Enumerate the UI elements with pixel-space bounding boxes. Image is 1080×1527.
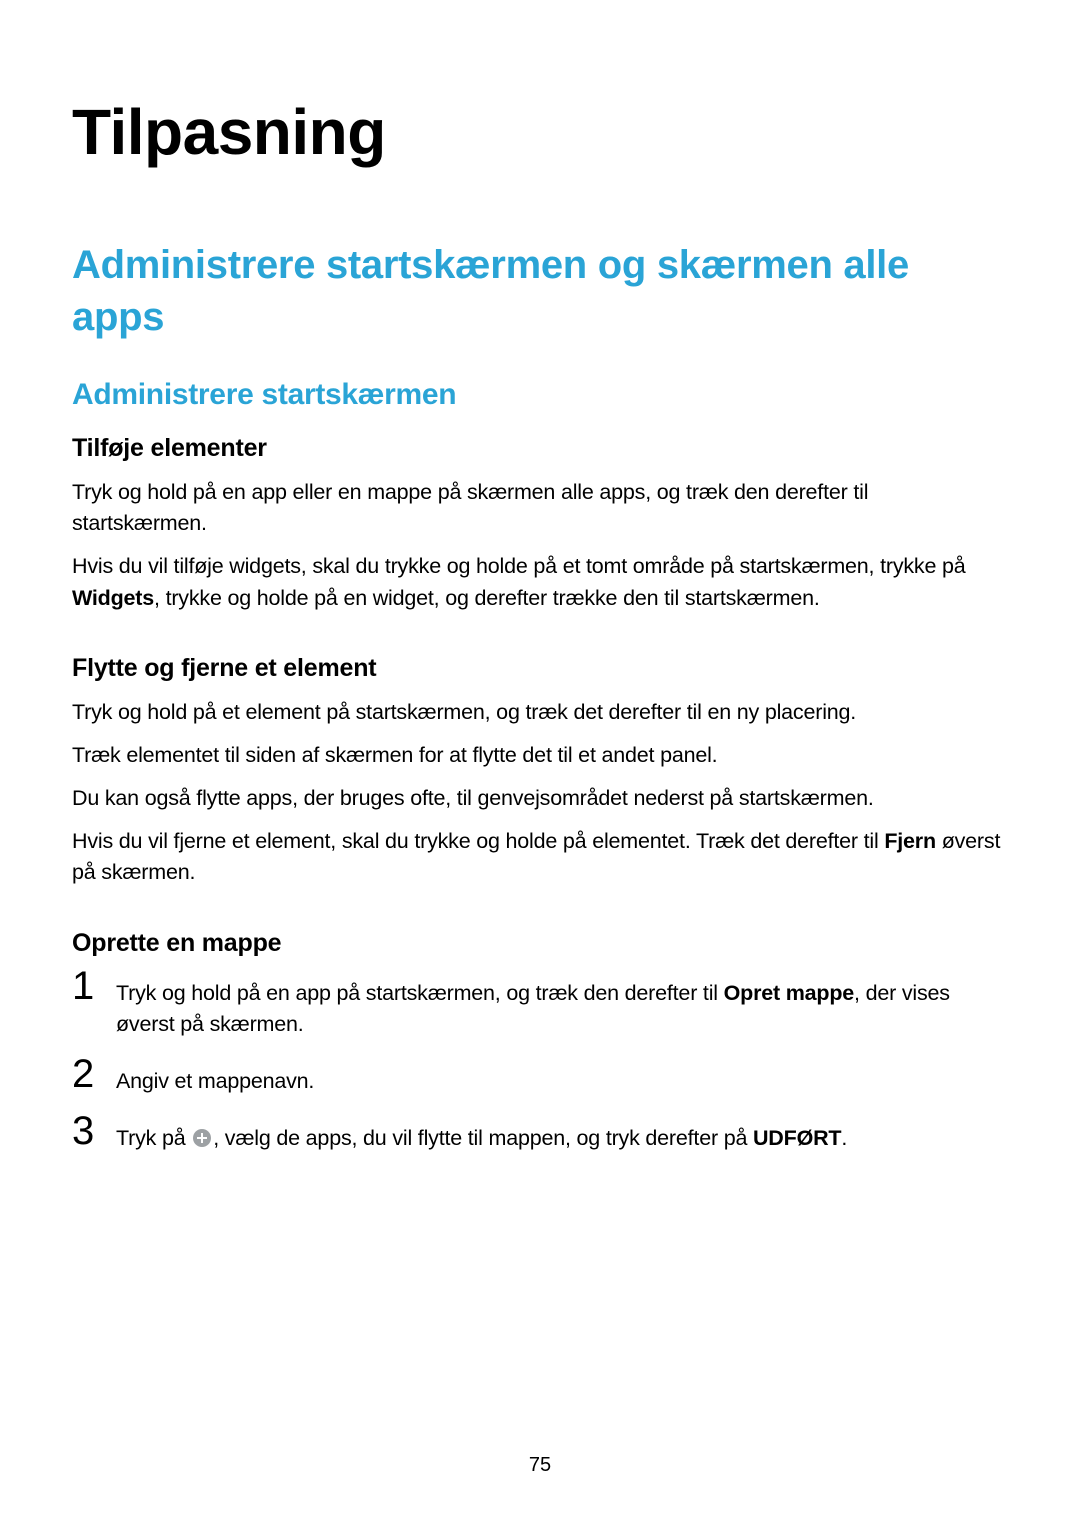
body-paragraph: Træk elementet til siden af skærmen for …	[72, 740, 1008, 771]
document-page: Tilpasning Administrere startskærmen og …	[0, 0, 1080, 1527]
subsection-heading: Administrere startskærmen	[72, 378, 1008, 412]
step-number: 2	[72, 1054, 100, 1094]
step-text: Tryk og hold på en app på startskærmen, …	[116, 972, 1008, 1040]
step-number: 3	[72, 1111, 100, 1151]
topic-heading-create-folder: Oprette en mappe	[72, 929, 1008, 958]
step-text: Angiv et mappenavn.	[116, 1060, 1008, 1097]
step-number: 1	[72, 966, 100, 1006]
text-run: Tryk og hold på en app på startskærmen, …	[116, 981, 724, 1005]
body-paragraph: Hvis du vil fjerne et element, skal du t…	[72, 826, 1008, 888]
text-run: Tryk på	[116, 1126, 191, 1150]
bold-term-opret-mappe: Opret mappe	[724, 981, 854, 1005]
text-run: Hvis du vil tilføje widgets, skal du try…	[72, 554, 966, 578]
text-run: .	[841, 1126, 847, 1150]
body-paragraph: Tryk og hold på et element på startskærm…	[72, 697, 1008, 728]
step-text: Tryk på , vælg de apps, du vil flytte ti…	[116, 1117, 1008, 1154]
page-number: 75	[0, 1454, 1080, 1477]
body-paragraph: Tryk og hold på en app eller en mappe på…	[72, 477, 1008, 539]
section-heading: Administrere startskærmen og skærmen all…	[72, 239, 1008, 343]
text-run: , vælg de apps, du vil flytte til mappen…	[213, 1126, 753, 1150]
plus-icon	[193, 1129, 211, 1147]
body-paragraph: Du kan også flytte apps, der bruges ofte…	[72, 783, 1008, 814]
body-paragraph: Hvis du vil tilføje widgets, skal du try…	[72, 551, 1008, 613]
bold-term-fjern: Fjern	[884, 829, 936, 853]
ordered-list-item: 1 Tryk og hold på en app på startskærmen…	[72, 972, 1008, 1040]
ordered-list-item: 2 Angiv et mappenavn.	[72, 1060, 1008, 1097]
text-run: , trykke og holde på en widget, og deref…	[154, 586, 820, 610]
text-run: Hvis du vil fjerne et element, skal du t…	[72, 829, 884, 853]
topic-heading-add-items: Tilføje elementer	[72, 434, 1008, 463]
page-title: Tilpasning	[72, 95, 1008, 169]
ordered-list-item: 3 Tryk på , vælg de apps, du vil flytte …	[72, 1117, 1008, 1154]
bold-term-udfort: UDFØRT	[753, 1126, 841, 1150]
bold-term-widgets: Widgets	[72, 586, 154, 610]
topic-heading-move-remove: Flytte og fjerne et element	[72, 654, 1008, 683]
